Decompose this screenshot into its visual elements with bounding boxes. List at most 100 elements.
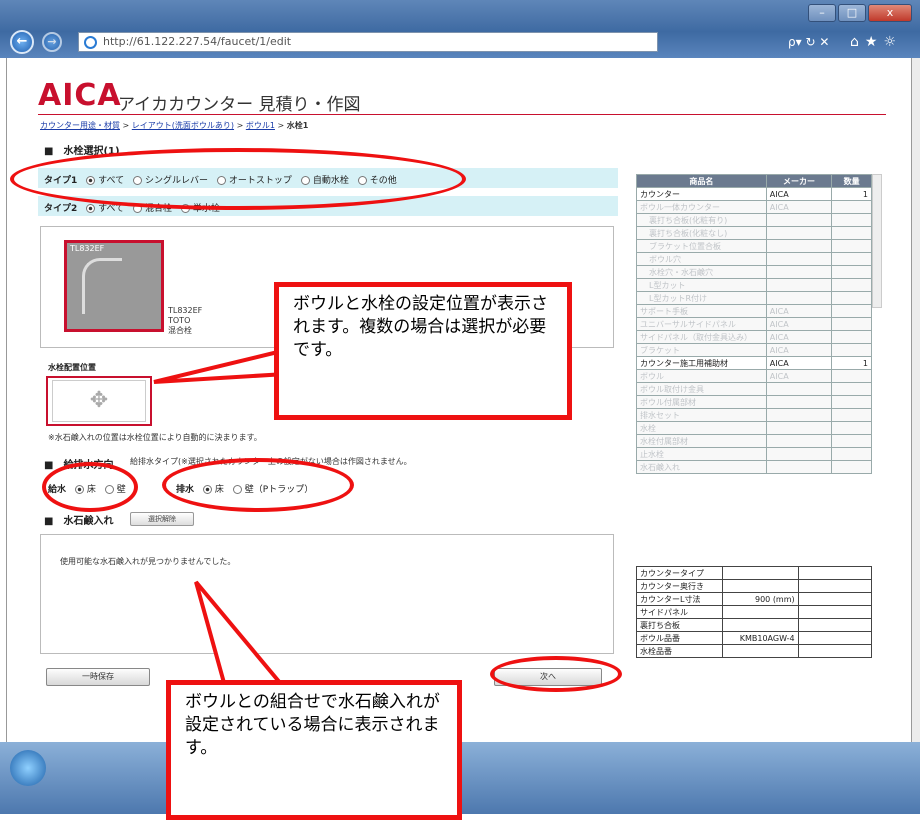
parts-cell-qty (831, 200, 872, 214)
spec-table: カウンタータイプ カウンター奥行き カウンターL寸法 900 (mm) サイドパネル 裏打… (636, 566, 873, 658)
parts-cell-name: 水石鹸入れ (636, 460, 767, 474)
parts-cell-name: L型カット (636, 278, 767, 292)
table-row: ボウル AICA (636, 369, 872, 383)
close-button[interactable]: x (868, 4, 912, 22)
spec-cell-label: カウンター奥行き (636, 579, 723, 593)
window-controls: – □ x (808, 4, 912, 24)
parts-cell-qty (831, 369, 872, 383)
toolbar-icons[interactable]: ⌂★☼ (850, 34, 902, 50)
parts-cell-qty (831, 434, 872, 448)
type2-radio-all[interactable] (86, 203, 96, 213)
parts-cell-name: ボウル付属部材 (636, 395, 767, 409)
parts-cell-maker: AICA (765, 356, 833, 370)
spec-cell-label: カウンタータイプ (636, 566, 723, 580)
spec-cell-value: KMB10AGW-4 (721, 631, 799, 645)
back-arrow-icon[interactable]: ← (10, 30, 34, 54)
start-orb-icon[interactable] (10, 750, 46, 786)
parts-cell-name: カウンター (636, 187, 767, 201)
url-text: http://61.122.227.54/faucet/1/edit (103, 35, 292, 48)
parts-cell-qty (831, 408, 872, 422)
faucet-icon (82, 258, 122, 314)
table-row: ボウル付属部材 (636, 395, 872, 409)
parts-cell-maker (765, 421, 833, 435)
parts-cell-maker (765, 265, 833, 279)
table-row: 裏打ち合板(化粧有り) (636, 213, 872, 227)
parts-cell-maker (765, 291, 833, 305)
favorites-star-icon[interactable]: ★ (865, 34, 884, 50)
parts-cell-name: 水栓付属部材 (636, 434, 767, 448)
parts-cell-name: 水栓穴・水石鹸穴 (636, 265, 767, 279)
parts-cell-name: ボウル (636, 369, 767, 383)
ie-icon (84, 36, 97, 49)
page-scrollbar[interactable] (912, 58, 920, 748)
parts-cell-maker: AICA (765, 343, 833, 357)
table-row: 裏打ち合板(化粧なし) (636, 226, 872, 240)
parts-table-wrap: 商品名 メーカー 数量 カウンター AICA 1 ボウル一体カウンター AICA 裏打ち合… (636, 174, 872, 474)
parts-table-scrollbar[interactable] (872, 174, 882, 308)
spec-cell-extra (797, 579, 873, 593)
spec-cell-value: 900 (mm) (721, 592, 799, 606)
parts-cell-maker (765, 278, 833, 292)
gear-icon[interactable]: ☼ (883, 34, 902, 50)
breadcrumb: カウンター用途・材質 > レイアウト(洗面ボウルあり) > ボウル1 > 水栓1 (40, 121, 309, 130)
parts-cell-qty (831, 447, 872, 461)
parts-cell-name: ユニバーサルサイドパネル (636, 317, 767, 331)
parts-cell-maker (765, 226, 833, 240)
spec-cell-label: カウンターL寸法 (636, 592, 723, 606)
parts-cell-name: 裏打ち合板(化粧有り) (636, 213, 767, 227)
parts-cell-maker (765, 447, 833, 461)
parts-cell-maker (765, 213, 833, 227)
breadcrumb-link-bowl[interactable]: ボウル1 (246, 121, 275, 130)
parts-cell-maker: AICA (765, 330, 833, 344)
forward-arrow-icon[interactable]: → (42, 32, 62, 52)
placement-position-icon[interactable]: ✥ (52, 380, 146, 422)
parts-cell-qty (831, 213, 872, 227)
maximize-button[interactable]: □ (838, 4, 866, 22)
parts-cell-name: 裏打ち合板(化粧なし) (636, 226, 767, 240)
soap-list-box (40, 534, 614, 654)
breadcrumb-link-layout[interactable]: レイアウト(洗面ボウルあり) (132, 121, 234, 130)
parts-cell-name: サイドパネル（取付金具込み） (636, 330, 767, 344)
table-row: サポート手板 AICA (636, 304, 872, 318)
parts-cell-qty: 1 (831, 187, 872, 201)
table-row: L型カットR付け (636, 291, 872, 305)
table-row: 排水セット (636, 408, 872, 422)
parts-cell-qty (831, 265, 872, 279)
breadcrumb-link-usage[interactable]: カウンター用途・材質 (40, 121, 120, 130)
placement-label: 水栓配置位置 (48, 363, 96, 372)
callout-placement: ボウルと水栓の設定位置が表示されます。複数の場合は選択が必要です。 (274, 282, 572, 420)
minimize-button[interactable]: – (808, 4, 836, 22)
soap-empty-message: 使用可能な水石鹸入れが見つかりませんでした。 (60, 557, 236, 566)
clear-selection-button[interactable]: 選択解除 (130, 512, 194, 526)
parts-cell-name: 水栓 (636, 421, 767, 435)
spec-cell-extra (797, 566, 873, 580)
spec-cell-label: ボウル品番 (636, 631, 723, 645)
home-icon[interactable]: ⌂ (850, 34, 865, 50)
col-header-qty: 数量 (831, 174, 872, 188)
parts-cell-name: ブラケット (636, 343, 767, 357)
spec-cell-label: 裏打ち合板 (636, 618, 723, 632)
product-maker: TOTO (168, 316, 191, 325)
product-info: TL832EF TOTO 混合栓 (168, 306, 202, 336)
table-row: カウンター奥行き (636, 579, 873, 593)
parts-cell-name: ブラケット位置合板 (636, 239, 767, 253)
address-actions[interactable]: ρ▾ ↻ ✕ (788, 35, 829, 49)
table-row: L型カット (636, 278, 872, 292)
parts-cell-maker (765, 460, 833, 474)
parts-cell-qty: 1 (831, 356, 872, 370)
table-row: カウンター AICA 1 (636, 187, 872, 201)
parts-cell-qty (831, 278, 872, 292)
parts-cell-maker: AICA (765, 187, 833, 201)
parts-cell-qty (831, 239, 872, 253)
parts-cell-maker: AICA (765, 304, 833, 318)
parts-cell-qty (831, 291, 872, 305)
save-draft-button[interactable]: 一時保存 (46, 668, 150, 686)
product-code: TL832EF (168, 306, 203, 315)
spec-cell-label: サイドパネル (636, 605, 723, 619)
table-row: ブラケット AICA (636, 343, 872, 357)
parts-cell-name: L型カットR付け (636, 291, 767, 305)
placement-note: ※水石鹸入れの位置は水栓位置により自動的に決まります。 (48, 433, 262, 442)
spec-cell-extra (797, 618, 873, 632)
spec-cell-value (721, 579, 799, 593)
address-bar[interactable]: http://61.122.227.54/faucet/1/edit (78, 32, 658, 52)
